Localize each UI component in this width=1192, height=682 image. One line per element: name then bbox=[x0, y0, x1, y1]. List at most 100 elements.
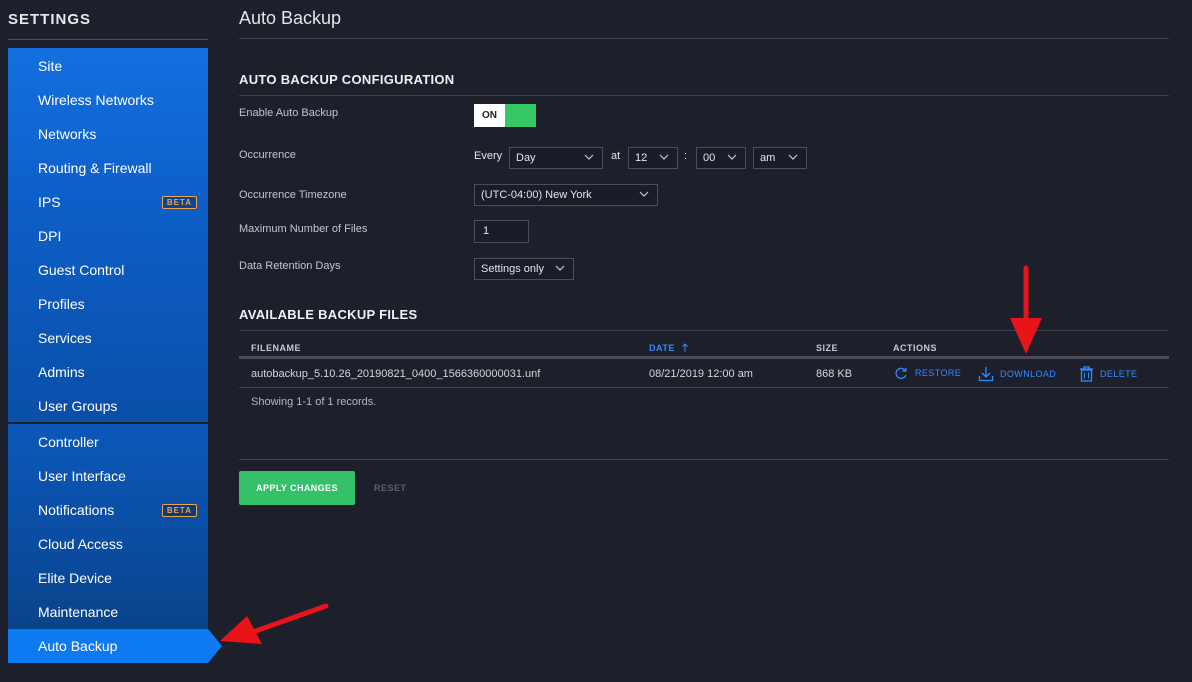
sidebar-item-profiles[interactable]: Profiles bbox=[8, 287, 208, 321]
download-button[interactable]: DOWNLOAD bbox=[978, 366, 1056, 382]
apply-changes-button[interactable]: APPLY CHANGES bbox=[239, 471, 355, 505]
sidebar-item-notifications[interactable]: Notifications BETA bbox=[8, 493, 208, 527]
table-row-divider bbox=[239, 387, 1169, 388]
chevron-down-icon bbox=[584, 154, 594, 160]
column-header-actions: ACTIONS bbox=[893, 343, 937, 353]
sidebar-item-label: Admins bbox=[38, 364, 85, 380]
timezone-select[interactable]: (UTC-04:00) New York bbox=[474, 184, 658, 206]
retention-value: Settings only bbox=[481, 263, 544, 275]
delete-button[interactable]: DELETE bbox=[1079, 366, 1137, 382]
download-icon bbox=[978, 367, 994, 382]
sidebar-item-label: Networks bbox=[38, 126, 97, 142]
sidebar-item-networks[interactable]: Networks bbox=[8, 117, 208, 151]
records-count: Showing 1-1 of 1 records. bbox=[251, 396, 377, 408]
sidebar-item-user-groups[interactable]: User Groups bbox=[8, 389, 208, 423]
sidebar-item-label: Profiles bbox=[38, 296, 85, 312]
restore-label: RESTORE bbox=[915, 368, 962, 378]
chevron-down-icon bbox=[788, 154, 798, 160]
sidebar-item-label: Elite Device bbox=[38, 570, 112, 586]
sidebar-item-admins[interactable]: Admins bbox=[8, 355, 208, 389]
sidebar-item-label: User Interface bbox=[38, 468, 126, 484]
frequency-select[interactable]: Day bbox=[509, 147, 603, 169]
sidebar-group-controller: Controller User Interface Notifications B… bbox=[8, 424, 208, 663]
max-files-input[interactable]: 1 bbox=[474, 220, 529, 243]
sidebar-item-label: Notifications bbox=[38, 502, 115, 518]
sidebar-item-label: Site bbox=[38, 58, 63, 74]
toggle-track bbox=[505, 104, 536, 127]
sidebar-item-dpi[interactable]: DPI bbox=[8, 219, 208, 253]
occurrence-label: Occurrence bbox=[239, 149, 296, 161]
sidebar-item-label: Guest Control bbox=[38, 262, 125, 278]
column-header-date-label: DATE bbox=[649, 343, 675, 353]
hour-value: 12 bbox=[635, 152, 648, 164]
sidebar-item-site[interactable]: Site bbox=[8, 49, 208, 83]
ampm-select[interactable]: am bbox=[753, 147, 807, 169]
retention-label: Data Retention Days bbox=[239, 260, 341, 272]
sidebar-item-label: DPI bbox=[38, 228, 62, 244]
sidebar-item-controller[interactable]: Controller bbox=[8, 425, 208, 459]
sidebar-item-cloud-access[interactable]: Cloud Access bbox=[8, 527, 208, 561]
at-text: at bbox=[611, 150, 621, 162]
download-label: DOWNLOAD bbox=[1000, 369, 1057, 379]
sidebar-item-elite-device[interactable]: Elite Device bbox=[8, 561, 208, 595]
column-header-date[interactable]: DATE bbox=[649, 343, 689, 353]
chevron-down-icon bbox=[727, 154, 737, 160]
beta-badge: BETA bbox=[161, 504, 197, 517]
chevron-down-icon bbox=[555, 265, 565, 271]
sidebar-item-label: Controller bbox=[38, 434, 99, 450]
retention-select[interactable]: Settings only bbox=[474, 258, 574, 280]
sidebar-item-label: Maintenance bbox=[38, 604, 119, 620]
sidebar-item-label: Auto Backup bbox=[38, 638, 118, 654]
frequency-value: Day bbox=[516, 152, 536, 164]
backups-divider bbox=[239, 330, 1169, 331]
sidebar-item-label: Cloud Access bbox=[38, 536, 123, 552]
trash-icon bbox=[1080, 366, 1093, 382]
settings-divider bbox=[8, 39, 208, 40]
settings-title: SETTINGS bbox=[8, 11, 92, 28]
sidebar-item-services[interactable]: Services bbox=[8, 321, 208, 355]
sidebar-item-guest-control[interactable]: Guest Control bbox=[8, 253, 208, 287]
time-colon: : bbox=[684, 150, 688, 162]
enable-auto-backup-label: Enable Auto Backup bbox=[239, 107, 339, 119]
sidebar-item-auto-backup[interactable]: Auto Backup bbox=[8, 629, 208, 663]
reset-button[interactable]: RESET bbox=[374, 483, 407, 493]
timezone-label: Occurrence Timezone bbox=[239, 189, 347, 201]
config-divider bbox=[239, 95, 1169, 96]
restore-button[interactable]: RESTORE bbox=[893, 366, 961, 380]
sidebar-item-label: Wireless Networks bbox=[38, 92, 154, 108]
sidebar-item-routing-firewall[interactable]: Routing & Firewall bbox=[8, 151, 208, 185]
refresh-icon bbox=[895, 367, 907, 379]
sort-asc-icon bbox=[682, 343, 688, 352]
config-section-title: AUTO BACKUP CONFIGURATION bbox=[239, 72, 455, 87]
sidebar-item-maintenance[interactable]: Maintenance bbox=[8, 595, 208, 629]
enable-auto-backup-toggle[interactable]: ON bbox=[474, 104, 536, 127]
ampm-value: am bbox=[760, 152, 776, 164]
sidebar-item-wireless-networks[interactable]: Wireless Networks bbox=[8, 83, 208, 117]
column-header-filename[interactable]: FILENAME bbox=[251, 343, 301, 353]
timezone-value: (UTC-04:00) New York bbox=[481, 189, 592, 201]
row-filename: autobackup_5.10.26_20190821_0400_1566360… bbox=[251, 368, 541, 380]
title-divider bbox=[239, 38, 1169, 39]
max-files-label: Maximum Number of Files bbox=[239, 223, 368, 235]
sidebar-item-ips[interactable]: IPS BETA bbox=[8, 185, 208, 219]
row-date: 08/21/2019 12:00 am bbox=[649, 368, 753, 380]
minute-value: 00 bbox=[703, 152, 716, 164]
sidebar-item-label: Services bbox=[38, 330, 92, 346]
hour-select[interactable]: 12 bbox=[628, 147, 678, 169]
annotation-arrow-download bbox=[1010, 265, 1042, 354]
footer-divider bbox=[239, 459, 1169, 460]
row-size: 868 KB bbox=[816, 368, 853, 380]
chevron-down-icon bbox=[639, 191, 649, 197]
sidebar-item-label: User Groups bbox=[38, 398, 118, 414]
toggle-on-label: ON bbox=[474, 104, 505, 127]
column-header-size[interactable]: SIZE bbox=[816, 343, 838, 353]
backups-section-title: AVAILABLE BACKUP FILES bbox=[239, 307, 418, 322]
beta-badge: BETA bbox=[161, 196, 197, 209]
delete-label: DELETE bbox=[1100, 369, 1138, 379]
sidebar-item-label: IPS bbox=[38, 194, 61, 210]
sidebar-item-label: Routing & Firewall bbox=[38, 160, 152, 176]
every-text: Every bbox=[474, 150, 503, 162]
minute-select[interactable]: 00 bbox=[696, 147, 746, 169]
table-header-divider bbox=[239, 356, 1169, 359]
sidebar-item-user-interface[interactable]: User Interface bbox=[8, 459, 208, 493]
